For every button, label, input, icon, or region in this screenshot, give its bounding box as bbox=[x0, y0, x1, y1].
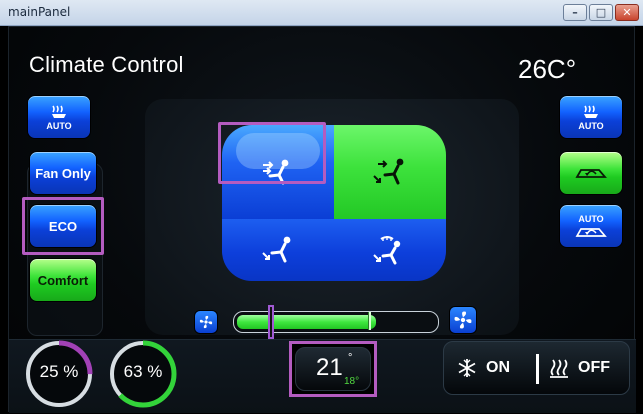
vent-face-button[interactable] bbox=[222, 125, 334, 219]
auto-recirculation-button[interactable]: AUTO bbox=[559, 204, 623, 248]
fan-speed-slider[interactable] bbox=[233, 305, 439, 339]
vent-feet-button[interactable] bbox=[222, 219, 334, 281]
rear-defrost-status-label: OFF bbox=[578, 359, 610, 376]
page-title: Climate Control bbox=[29, 52, 184, 77]
fan-decrease-button[interactable] bbox=[194, 310, 218, 334]
vent-face-icon bbox=[263, 159, 289, 185]
vent-face-feet-icon bbox=[373, 158, 404, 185]
fan-small-icon bbox=[199, 315, 213, 329]
fan-speed-fill bbox=[237, 315, 376, 329]
vent-face-feet-button[interactable] bbox=[334, 125, 446, 219]
comfort-label: Comfort bbox=[37, 272, 89, 288]
minimize-button[interactable]: – bbox=[563, 4, 587, 21]
mode-divider bbox=[536, 354, 539, 384]
setpoint-display: 21 ° 18° bbox=[295, 347, 371, 391]
gauge-1-label: 25 % bbox=[39, 362, 79, 381]
ac-toggle[interactable]: ON bbox=[456, 357, 510, 379]
gauge-2-label: 63 % bbox=[123, 362, 163, 381]
fan-only-label: Fan Only bbox=[35, 165, 91, 181]
ac-status-label: ON bbox=[486, 359, 510, 376]
auto-recirculation-label: AUTO bbox=[578, 213, 604, 224]
fan-speed-marker bbox=[368, 312, 371, 330]
vent-defrost-feet-button[interactable] bbox=[334, 219, 446, 281]
vent-defrost-feet-icon bbox=[373, 236, 401, 265]
snowflake-icon bbox=[458, 359, 476, 377]
vent-feet-icon bbox=[262, 236, 291, 263]
recirculation-car-icon bbox=[575, 169, 607, 178]
seat-heat-auto-right-label: AUTO bbox=[578, 120, 604, 131]
seat-heat-icon bbox=[584, 105, 598, 118]
rear-defrost-icon bbox=[550, 359, 568, 378]
rear-defrost-toggle[interactable]: OFF bbox=[548, 357, 610, 379]
setpoint-unit: ° bbox=[348, 352, 353, 364]
window-titlebar: mainPanel – □ ✕ bbox=[0, 0, 643, 26]
recirculation-button[interactable] bbox=[559, 151, 623, 195]
recirculation-car-icon bbox=[575, 227, 607, 237]
seat-heat-auto-label: AUTO bbox=[46, 120, 72, 131]
fan-large-icon bbox=[454, 311, 472, 329]
window-title: mainPanel bbox=[8, 5, 71, 19]
fan-increase-button[interactable] bbox=[449, 306, 477, 334]
setpoint-value: 21 bbox=[316, 354, 343, 381]
gauge-1: 25 % bbox=[23, 338, 95, 410]
setpoint-secondary-value: 18 bbox=[344, 376, 356, 387]
gauge-2: 63 % bbox=[107, 338, 179, 410]
mode-panel: ON OFF bbox=[443, 341, 630, 395]
eco-label: ECO bbox=[48, 218, 78, 234]
seat-heat-auto-button[interactable]: AUTO bbox=[27, 95, 91, 139]
temperature-setpoint[interactable]: 21 ° 18° bbox=[289, 341, 377, 397]
seat-heat-icon bbox=[52, 105, 66, 118]
maximize-button[interactable]: □ bbox=[589, 4, 613, 21]
close-button[interactable]: ✕ bbox=[615, 4, 639, 21]
fan-only-button[interactable]: Fan Only bbox=[29, 151, 97, 195]
outside-temperature: 26C° bbox=[518, 54, 577, 84]
setpoint-secondary-unit: ° bbox=[355, 376, 360, 387]
comfort-button[interactable]: Comfort bbox=[29, 258, 97, 302]
eco-button[interactable]: ECO bbox=[29, 204, 97, 248]
main-panel: Climate Control 26C° AUTO Fan Only ECO C… bbox=[8, 26, 636, 413]
fan-speed-thumb[interactable] bbox=[268, 305, 274, 339]
seat-heat-auto-right-button[interactable]: AUTO bbox=[559, 95, 623, 139]
setpoint-secondary: 18° bbox=[344, 376, 359, 387]
